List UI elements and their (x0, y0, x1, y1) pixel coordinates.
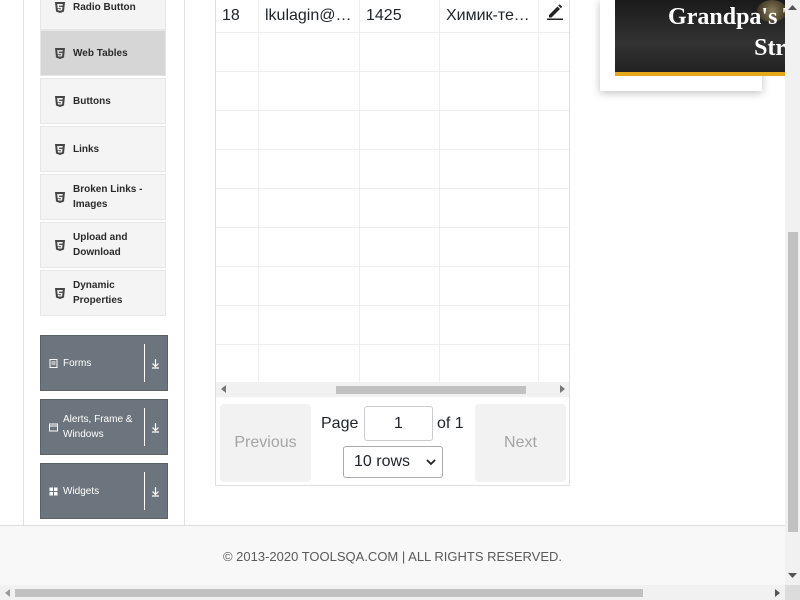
pagination-bar: Previous Page of 1 10 rows Next (216, 398, 569, 486)
window-icon (49, 423, 58, 431)
divider (144, 408, 145, 446)
html5-icon (55, 287, 65, 299)
group-alerts-frame-windows[interactable]: Alerts, Frame & Windows (40, 399, 168, 455)
menu-item-buttons[interactable]: Buttons (40, 78, 166, 124)
download-arrow-icon[interactable] (149, 421, 162, 434)
menu-item-label: Radio Button (73, 1, 136, 13)
menu-item-label: Links (73, 143, 100, 155)
group-forms[interactable]: Forms (40, 335, 168, 391)
download-arrow-icon[interactable] (149, 485, 162, 498)
rows-per-page-select[interactable]: 10 rows (343, 446, 443, 478)
menu-item-label: Dynamic Properties (73, 280, 123, 306)
menu-item-dynamic-properties[interactable]: Dynamic Properties (40, 270, 166, 316)
page-horizontal-scrollbar[interactable] (0, 585, 785, 600)
table-horizontal-scrollbar[interactable] (216, 382, 569, 397)
html5-icon (55, 143, 65, 155)
table-row-empty (216, 150, 569, 189)
table-row-empty (216, 267, 569, 306)
html5-icon (55, 1, 65, 13)
scrollbar-corner (785, 585, 800, 600)
group-label: Alerts, Frame & Windows (63, 414, 133, 440)
group-widgets[interactable]: Widgets (40, 463, 168, 519)
table-row-empty (216, 306, 569, 345)
ad-headline-line-1: Grandpa's The (668, 4, 800, 30)
ad-image: Grandpa's The Strong (615, 0, 800, 72)
grid-icon (49, 487, 58, 495)
table-row-empty (216, 189, 569, 228)
menu-item-label: Buttons (73, 95, 111, 107)
table-row-empty (216, 72, 569, 111)
rows-per-page-value: 10 rows (354, 453, 411, 470)
footer-copyright: © 2013-2020 TOOLSQA.COM | ALL RIGHTS RES… (222, 549, 563, 564)
html5-icon (55, 95, 65, 107)
table-row: 18 lkulagin@mail.ru 1425 Химик-технолог (216, 0, 569, 33)
cell-salary: 1425 (360, 0, 440, 33)
page-total-label: of 1 (437, 415, 464, 432)
footer: © 2013-2020 TOOLSQA.COM | ALL RIGHTS RES… (0, 525, 785, 585)
table-row-empty (216, 33, 569, 72)
menu-item-label: Broken Links - Images (73, 184, 143, 210)
scrollbar-thumb[interactable] (15, 589, 643, 597)
scrollbar-thumb[interactable] (788, 232, 798, 532)
ad-accent-bar (615, 72, 800, 76)
page-vertical-scrollbar[interactable] (785, 0, 800, 585)
scroll-down-arrow-icon[interactable] (788, 573, 797, 579)
scroll-up-arrow-icon[interactable] (788, 4, 797, 10)
scroll-right-arrow-icon[interactable] (775, 589, 781, 597)
group-label: Forms (63, 357, 92, 369)
divider (144, 344, 145, 382)
html5-icon (55, 239, 65, 251)
edit-pencil-icon[interactable] (546, 2, 564, 20)
menu-item-radio-button[interactable]: Radio Button (40, 0, 166, 30)
cell-action (539, 0, 569, 33)
table-row-empty (216, 111, 569, 150)
document-icon (49, 358, 58, 368)
scroll-right-arrow-icon[interactable] (560, 385, 565, 393)
table-row-empty (216, 228, 569, 267)
menu-item-label: Web Tables (73, 47, 128, 59)
menu-item-label: Upload and Download (73, 232, 128, 258)
html5-icon (55, 191, 65, 203)
advertisement-card[interactable]: Grandpa's The Strong (600, 0, 800, 91)
ad-headline: Grandpa's The Strong (623, 2, 800, 64)
cell-age: 18 (216, 0, 259, 33)
scroll-left-arrow-icon[interactable] (221, 385, 226, 393)
chevron-down-icon (426, 459, 436, 466)
scrollbar-thumb[interactable] (336, 386, 526, 394)
menu-item-upload-download[interactable]: Upload and Download (40, 222, 166, 268)
cell-department: Химик-технолог (440, 0, 539, 33)
menu-item-links[interactable]: Links (40, 126, 166, 172)
scroll-left-arrow-icon[interactable] (4, 589, 10, 597)
next-button[interactable]: Next (475, 404, 566, 482)
table-row-empty (216, 345, 569, 382)
divider (144, 472, 145, 510)
web-table: 18 lkulagin@mail.ru 1425 Химик-технолог (215, 0, 570, 486)
previous-button[interactable]: Previous (220, 404, 311, 482)
download-arrow-icon[interactable] (149, 357, 162, 370)
ad-headline-line-2: Strong (754, 35, 800, 61)
group-label: Widgets (63, 485, 100, 497)
cell-email: lkulagin@mail.ru (259, 0, 360, 33)
menu-item-broken-links[interactable]: Broken Links - Images (40, 174, 166, 220)
page-number-input[interactable] (364, 406, 433, 441)
page-label: Page (321, 415, 359, 432)
html5-icon (55, 47, 65, 59)
menu-item-web-tables[interactable]: Web Tables (40, 30, 166, 76)
